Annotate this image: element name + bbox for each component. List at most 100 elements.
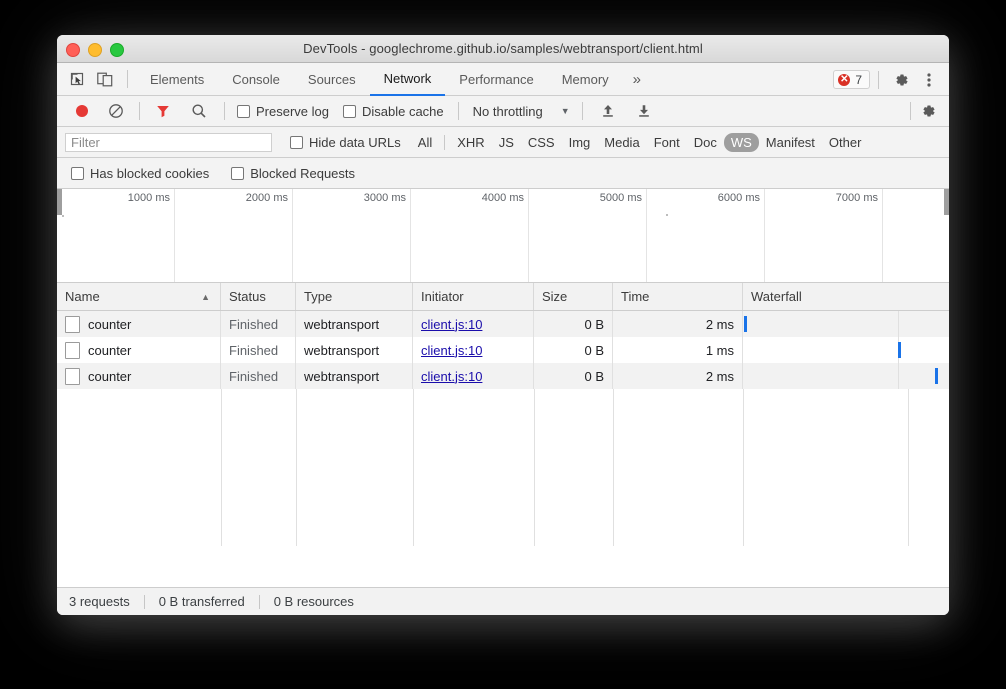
table-row[interactable]: counter Finished webtransport client.js:…: [57, 363, 949, 389]
overview-tick-label: 7000 ms: [836, 192, 878, 204]
waterfall-bar: [935, 368, 938, 384]
filter-funnel-icon[interactable]: [150, 99, 176, 123]
window-title: DevTools - googlechrome.github.io/sample…: [303, 41, 703, 56]
table-row[interactable]: counter Finished webtransport client.js:…: [57, 337, 949, 363]
overview-tick: 5000 ms: [529, 189, 647, 282]
window-traffic-lights: [66, 43, 124, 57]
disable-cache-label: Disable cache: [362, 104, 444, 119]
cell-type: webtransport: [296, 363, 413, 389]
close-window-button[interactable]: [66, 43, 80, 57]
type-filter-css[interactable]: CSS: [521, 133, 562, 152]
toolbar-divider-1: [139, 102, 140, 120]
toolbar-divider-5: [910, 102, 911, 120]
overview-tick: 1000 ms: [57, 189, 175, 282]
overview-tick-label: 3000 ms: [364, 192, 406, 204]
type-filter-doc[interactable]: Doc: [687, 133, 724, 152]
overview-tick-label: 2000 ms: [246, 192, 288, 204]
type-filter-all[interactable]: All: [411, 133, 439, 152]
column-header-size[interactable]: Size: [534, 283, 613, 310]
column-header-type[interactable]: Type: [296, 283, 413, 310]
network-overview-timeline[interactable]: 1000 ms 2000 ms 3000 ms 4000 ms 5000 ms …: [57, 189, 949, 283]
hide-data-urls-checkbox[interactable]: Hide data URLs: [290, 135, 401, 150]
clear-icon[interactable]: [103, 99, 129, 123]
screen-root: DevTools - googlechrome.github.io/sample…: [0, 0, 1006, 689]
export-har-icon[interactable]: [631, 99, 657, 123]
has-blocked-cookies-box: [71, 167, 84, 180]
statusbar-divider: [259, 595, 260, 609]
tab-performance[interactable]: Performance: [445, 63, 547, 96]
error-count-badge[interactable]: ✕ 7: [833, 70, 870, 89]
cell-waterfall: [743, 337, 949, 363]
record-button-icon[interactable]: [69, 99, 95, 123]
search-icon[interactable]: [186, 99, 212, 123]
device-toolbar-icon[interactable]: [91, 66, 119, 92]
cell-size: 0 B: [534, 337, 613, 363]
grid-empty-area: [57, 389, 949, 546]
inspect-element-icon[interactable]: [63, 66, 91, 92]
overview-tick-label: 5000 ms: [600, 192, 642, 204]
cell-name: counter: [57, 311, 221, 337]
tab-memory[interactable]: Memory: [548, 63, 623, 96]
initiator-link[interactable]: client.js:10: [421, 317, 482, 332]
type-filter-ws[interactable]: WS: [724, 133, 759, 152]
has-blocked-cookies-checkbox[interactable]: Has blocked cookies: [71, 166, 209, 181]
disable-cache-checkbox[interactable]: Disable cache: [343, 104, 444, 119]
blocked-requests-box: [231, 167, 244, 180]
cell-size: 0 B: [534, 363, 613, 389]
preserve-log-checkbox[interactable]: Preserve log: [237, 104, 329, 119]
overview-marker-dot: [62, 215, 64, 217]
request-document-icon: [65, 368, 80, 385]
cell-waterfall: [743, 363, 949, 389]
tab-network[interactable]: Network: [370, 63, 446, 96]
type-filter-js[interactable]: JS: [492, 133, 521, 152]
overview-tick: 2000 ms: [175, 189, 293, 282]
column-header-name[interactable]: Name ▲: [57, 283, 221, 310]
network-filterbar: Hide data URLs All XHR JS CSS Img Media …: [57, 127, 949, 158]
cell-waterfall: [743, 311, 949, 337]
column-header-initiator[interactable]: Initiator: [413, 283, 534, 310]
type-filter-xhr[interactable]: XHR: [450, 133, 491, 152]
column-header-waterfall-label: Waterfall: [751, 289, 802, 304]
cell-initiator: client.js:10: [413, 337, 534, 363]
kebab-menu-icon[interactable]: [915, 67, 943, 93]
type-filter-img[interactable]: Img: [562, 133, 598, 152]
waterfall-divider: [898, 311, 899, 337]
cell-name-label: counter: [88, 343, 131, 358]
cell-name: counter: [57, 337, 221, 363]
preserve-log-box: [237, 105, 250, 118]
minimize-window-button[interactable]: [88, 43, 102, 57]
table-row[interactable]: counter Finished webtransport client.js:…: [57, 311, 949, 337]
network-statusbar: 3 requests 0 B transferred 0 B resources: [57, 587, 949, 615]
column-header-waterfall[interactable]: Waterfall: [743, 283, 949, 310]
type-filter-manifest[interactable]: Manifest: [759, 133, 822, 152]
more-tabs-button[interactable]: »: [623, 63, 651, 96]
overview-tick: 6000 ms: [647, 189, 765, 282]
cell-status: Finished: [221, 311, 296, 337]
grid-column-separator: [534, 389, 614, 546]
type-filter-media[interactable]: Media: [597, 133, 646, 152]
throttling-select[interactable]: No throttling ▼: [473, 104, 570, 119]
type-filter-other[interactable]: Other: [822, 133, 869, 152]
waterfall-bar: [898, 342, 901, 358]
tab-elements[interactable]: Elements: [136, 63, 218, 96]
maximize-window-button[interactable]: [110, 43, 124, 57]
cell-initiator: client.js:10: [413, 311, 534, 337]
tab-sources[interactable]: Sources: [294, 63, 370, 96]
filter-input[interactable]: [65, 133, 272, 152]
cell-time: 2 ms: [613, 363, 743, 389]
initiator-link[interactable]: client.js:10: [421, 343, 482, 358]
initiator-link[interactable]: client.js:10: [421, 369, 482, 384]
blocked-requests-checkbox[interactable]: Blocked Requests: [231, 166, 355, 181]
devtools-tabbar: Elements Console Sources Network Perform…: [57, 63, 949, 96]
type-filter-font[interactable]: Font: [647, 133, 687, 152]
cell-name: counter: [57, 363, 221, 389]
blocked-requests-label: Blocked Requests: [250, 166, 355, 181]
tab-console[interactable]: Console: [218, 63, 294, 96]
cell-type: webtransport: [296, 311, 413, 337]
column-header-time[interactable]: Time: [613, 283, 743, 310]
column-header-status[interactable]: Status: [221, 283, 296, 310]
gear-icon[interactable]: [887, 67, 915, 93]
import-har-icon[interactable]: [595, 99, 621, 123]
network-settings-gear-icon[interactable]: [915, 99, 941, 123]
cell-name-label: counter: [88, 317, 131, 332]
